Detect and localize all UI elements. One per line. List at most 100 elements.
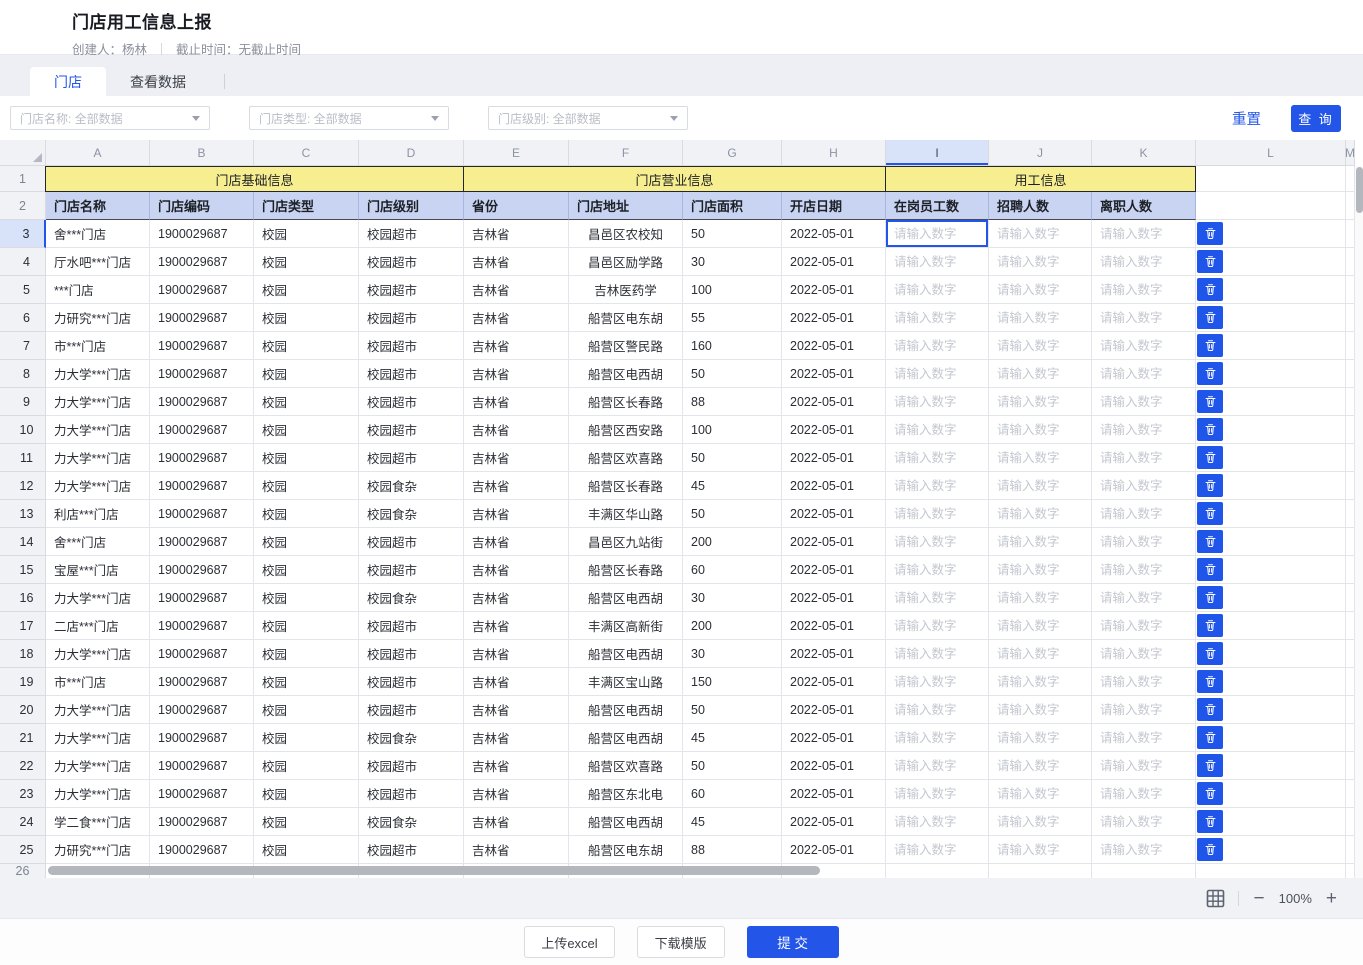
- cell-store-area[interactable]: 88: [683, 836, 782, 864]
- cell-open-date[interactable]: 2022-05-01: [782, 612, 886, 640]
- cell-store-type[interactable]: 校园: [254, 668, 359, 696]
- cell-store-level[interactable]: 校园超市: [359, 248, 464, 276]
- delete-row-button[interactable]: [1197, 502, 1223, 525]
- staff-count-input[interactable]: [886, 500, 988, 527]
- cell-store-type[interactable]: 校园: [254, 220, 359, 248]
- cell-store-code[interactable]: 1900029687: [150, 304, 254, 332]
- delete-row-button[interactable]: [1197, 306, 1223, 329]
- cell-store-level[interactable]: 校园食杂: [359, 500, 464, 528]
- cell-open-date[interactable]: 2022-05-01: [782, 500, 886, 528]
- cell-store-type[interactable]: 校园: [254, 444, 359, 472]
- cell-store-code[interactable]: 1900029687: [150, 696, 254, 724]
- group-header-1[interactable]: 门店基础信息: [45, 166, 464, 192]
- row-number-1[interactable]: 1: [0, 166, 46, 192]
- cell-province[interactable]: 吉林省: [464, 528, 569, 556]
- column-header-4[interactable]: 门店级别: [359, 192, 464, 220]
- cell-store-code[interactable]: 1900029687: [150, 668, 254, 696]
- cell-store-address[interactable]: 昌邑区励学路: [569, 248, 683, 276]
- cell-store-area[interactable]: 150: [683, 668, 782, 696]
- hire-count-input[interactable]: [989, 780, 1091, 807]
- download-template-button[interactable]: 下载模版: [637, 926, 725, 958]
- staff-count-input[interactable]: [886, 360, 988, 387]
- cell-open-date[interactable]: 2022-05-01: [782, 780, 886, 808]
- cell-province[interactable]: 吉林省: [464, 584, 569, 612]
- row-number-15[interactable]: 15: [0, 556, 46, 584]
- cell-store-level[interactable]: 校园超市: [359, 416, 464, 444]
- cell-store-address[interactable]: 船营区电西胡: [569, 724, 683, 752]
- cell-open-date[interactable]: 2022-05-01: [782, 276, 886, 304]
- cell-store-address[interactable]: 丰满区华山路: [569, 500, 683, 528]
- cell-province[interactable]: 吉林省: [464, 808, 569, 836]
- hire-count-input[interactable]: [989, 808, 1091, 835]
- row-number-3[interactable]: 3: [0, 220, 46, 248]
- cell-store-code[interactable]: 1900029687: [150, 752, 254, 780]
- cell-province[interactable]: 吉林省: [464, 500, 569, 528]
- leave-count-input[interactable]: [1092, 528, 1195, 555]
- delete-row-button[interactable]: [1197, 614, 1223, 637]
- delete-row-button[interactable]: [1197, 838, 1223, 861]
- staff-count-input[interactable]: [886, 556, 988, 583]
- delete-row-button[interactable]: [1197, 446, 1223, 469]
- cell-store-type[interactable]: 校园: [254, 332, 359, 360]
- column-letter-J[interactable]: J: [989, 140, 1092, 166]
- cell-store-type[interactable]: 校园: [254, 724, 359, 752]
- cell-open-date[interactable]: 2022-05-01: [782, 332, 886, 360]
- delete-row-button[interactable]: [1197, 754, 1223, 777]
- cell-store-name[interactable]: 二店***门店: [46, 612, 150, 640]
- cell-store-area[interactable]: 200: [683, 612, 782, 640]
- staff-count-input[interactable]: [886, 640, 988, 667]
- cell-store-area[interactable]: 50: [683, 696, 782, 724]
- cell-store-level[interactable]: 校园超市: [359, 836, 464, 864]
- staff-count-input[interactable]: [886, 808, 988, 835]
- staff-count-input[interactable]: [886, 696, 988, 723]
- hire-count-input[interactable]: [989, 472, 1091, 499]
- staff-count-input[interactable]: [886, 220, 988, 247]
- cell-store-type[interactable]: 校园: [254, 640, 359, 668]
- row-number-9[interactable]: 9: [0, 388, 46, 416]
- cell-store-level[interactable]: 校园超市: [359, 640, 464, 668]
- staff-count-input[interactable]: [886, 276, 988, 303]
- cell-store-address[interactable]: 船营区电西胡: [569, 808, 683, 836]
- row-number-24[interactable]: 24: [0, 808, 46, 836]
- cell-store-area[interactable]: 50: [683, 752, 782, 780]
- horizontal-scrollbar[interactable]: [46, 866, 1353, 876]
- cell-store-code[interactable]: 1900029687: [150, 472, 254, 500]
- cell-province[interactable]: 吉林省: [464, 640, 569, 668]
- row-number-25[interactable]: 25: [0, 836, 46, 864]
- staff-count-input[interactable]: [886, 668, 988, 695]
- leave-count-input[interactable]: [1092, 472, 1195, 499]
- hire-count-input[interactable]: [989, 836, 1091, 863]
- cell-open-date[interactable]: 2022-05-01: [782, 696, 886, 724]
- cell-store-code[interactable]: 1900029687: [150, 808, 254, 836]
- cell-store-name[interactable]: ***门店: [46, 276, 150, 304]
- hire-count-input[interactable]: [989, 696, 1091, 723]
- delete-row-button[interactable]: [1197, 334, 1223, 357]
- cell-store-type[interactable]: 校园: [254, 416, 359, 444]
- staff-count-input[interactable]: [886, 472, 988, 499]
- cell-province[interactable]: 吉林省: [464, 220, 569, 248]
- cell-store-name[interactable]: 力大学***门店: [46, 416, 150, 444]
- column-letter-H[interactable]: H: [782, 140, 886, 166]
- cell-province[interactable]: 吉林省: [464, 724, 569, 752]
- cell-open-date[interactable]: 2022-05-01: [782, 220, 886, 248]
- hire-count-input[interactable]: [989, 360, 1091, 387]
- staff-count-input[interactable]: [886, 416, 988, 443]
- hire-count-input[interactable]: [989, 500, 1091, 527]
- cell-store-type[interactable]: 校园: [254, 808, 359, 836]
- group-header-3[interactable]: 用工信息: [885, 166, 1196, 192]
- column-letter-A[interactable]: A: [46, 140, 150, 166]
- column-header-10[interactable]: 招聘人数: [989, 192, 1092, 220]
- hire-count-input[interactable]: [989, 752, 1091, 779]
- row-number-7[interactable]: 7: [0, 332, 46, 360]
- staff-count-input[interactable]: [886, 584, 988, 611]
- cell-store-code[interactable]: 1900029687: [150, 780, 254, 808]
- row-number-4[interactable]: 4: [0, 248, 46, 276]
- cell-province[interactable]: 吉林省: [464, 556, 569, 584]
- cell-open-date[interactable]: 2022-05-01: [782, 808, 886, 836]
- hire-count-input[interactable]: [989, 248, 1091, 275]
- cell-store-name[interactable]: 力大学***门店: [46, 388, 150, 416]
- row-number-6[interactable]: 6: [0, 304, 46, 332]
- cell-store-name[interactable]: 力研究***门店: [46, 836, 150, 864]
- column-header-11[interactable]: 离职人数: [1092, 192, 1196, 220]
- cell-province[interactable]: 吉林省: [464, 304, 569, 332]
